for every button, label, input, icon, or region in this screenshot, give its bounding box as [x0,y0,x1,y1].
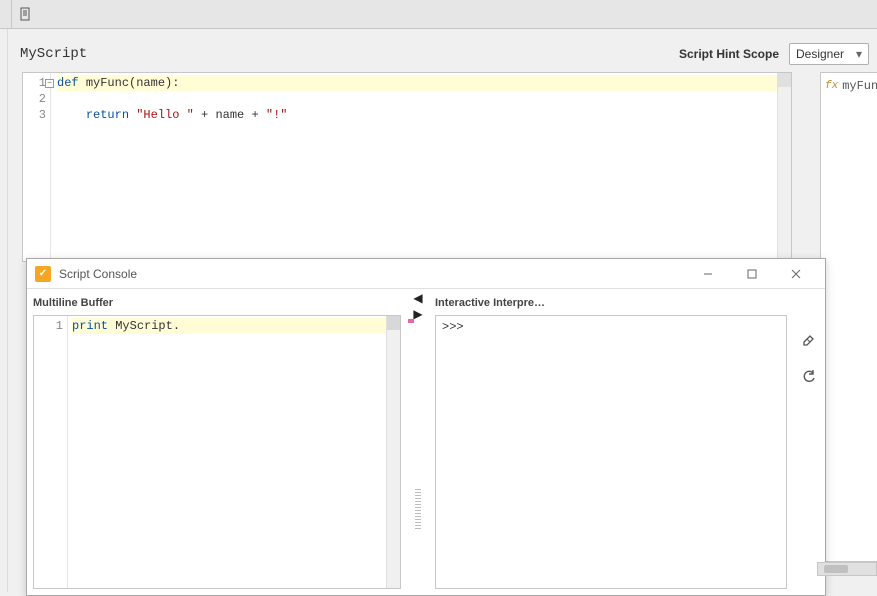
chevron-down-icon: ▾ [856,47,862,61]
string: "Hello " [136,108,194,122]
marker-icon [408,319,414,323]
indent [57,108,86,122]
code-line [57,91,777,107]
keyword: def [57,76,86,90]
hint-scope-label: Script Hint Scope [679,47,779,61]
buffer-scrollbar[interactable] [386,316,400,588]
maximize-button[interactable] [731,262,773,286]
script-title: MyScript [20,46,87,62]
left-gutter [0,29,8,592]
interpreter-header: Interactive Interpre… [429,289,793,315]
line-number: 2 [23,91,46,107]
editor-scrollbar[interactable] [777,73,791,261]
code-line: def myFunc(name): [57,75,777,91]
toolbar-divider [6,0,12,28]
keyword: print [72,319,115,333]
close-button[interactable] [775,262,817,286]
main-editor[interactable]: 1− 2 3 def myFunc(name): return "Hello "… [22,72,792,262]
top-toolbar [0,0,877,29]
operator: + [194,108,216,122]
console-body: Multiline Buffer 1 print MyScript. ◀ ▶ I… [27,289,825,595]
code-text: (name): [129,76,179,90]
buffer-header: Multiline Buffer [27,289,407,315]
editor-header: MyScript Script Hint Scope Designer ▾ [10,38,877,70]
code-area[interactable]: def myFunc(name): return "Hello " + name… [51,73,777,261]
keyword: return [86,108,136,122]
line-number: 3 [23,107,46,123]
multiline-buffer-panel: Multiline Buffer 1 print MyScript. [27,289,407,595]
member-label: myFun [842,79,877,93]
code-text: MyScript. [115,319,180,333]
identifier: name [215,108,244,122]
eraser-icon[interactable] [799,329,819,349]
panel-splitter[interactable]: ◀ ▶ [407,289,429,595]
interpreter-panel: Interactive Interpre… >>> [429,289,793,595]
page-icon[interactable] [16,4,36,24]
func-name: myFunc [86,76,129,90]
line-number: 1 [34,318,63,334]
members-panel: fx myFun [820,72,877,562]
minimize-button[interactable] [687,262,729,286]
console-side-tools [793,289,825,595]
console-title: Script Console [59,267,137,281]
operator: + [244,108,266,122]
function-icon: fx [825,80,838,92]
collapse-right-icon[interactable]: ▶ [413,307,422,321]
code-line: return "Hello " + name + "!" [57,107,777,123]
buffer-gutter: 1 [34,316,68,588]
horizontal-scrollbar[interactable] [817,562,877,576]
member-item[interactable]: fx myFun [825,79,876,93]
buffer-editor[interactable]: 1 print MyScript. [33,315,401,589]
refresh-icon[interactable] [799,367,819,387]
string: "!" [266,108,288,122]
scope-dropdown[interactable]: Designer ▾ [789,43,869,65]
interpreter-output[interactable]: >>> [435,315,787,589]
script-console-window: ✓ Script Console Multiline Buffer 1 prin… [26,258,826,596]
collapse-left-icon[interactable]: ◀ [413,291,422,305]
scope-value: Designer [796,47,844,61]
editor-gutter: 1− 2 3 [23,73,51,261]
console-titlebar[interactable]: ✓ Script Console [27,259,825,289]
buffer-code-area[interactable]: print MyScript. [68,316,386,588]
splitter-handle-icon[interactable] [415,489,421,529]
code-line: print MyScript. [72,318,386,334]
prompt: >>> [442,320,464,334]
console-app-icon: ✓ [35,266,51,282]
